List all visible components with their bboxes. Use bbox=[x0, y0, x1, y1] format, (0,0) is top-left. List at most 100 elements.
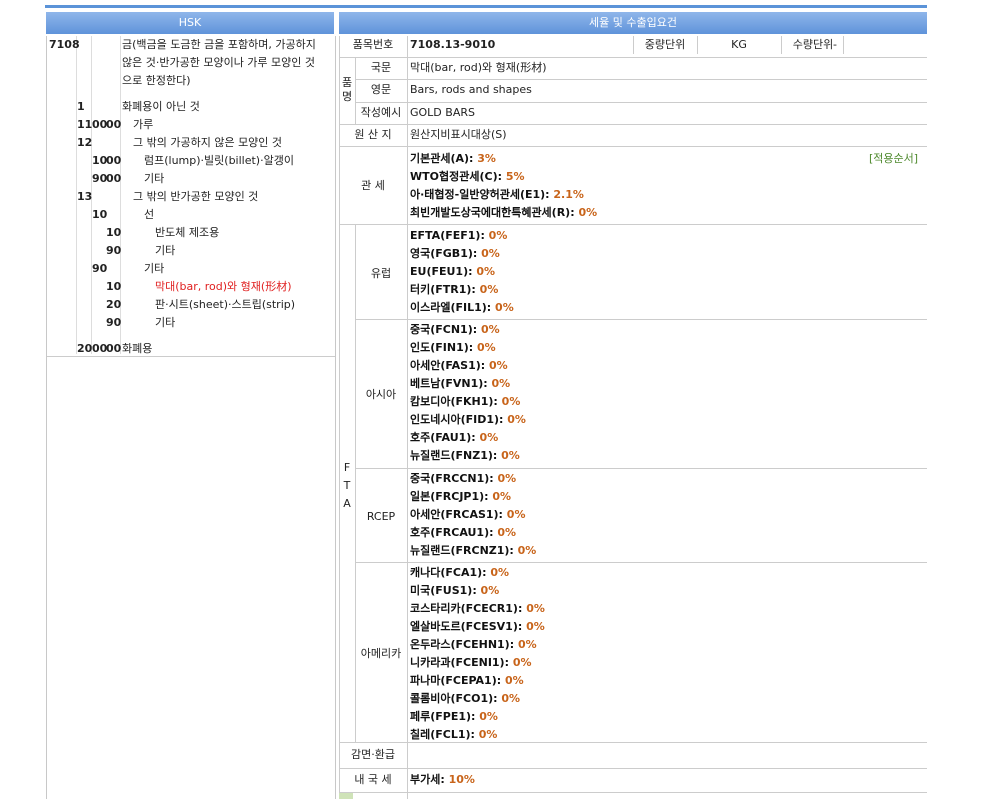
hsk-code-part: 12 bbox=[77, 136, 93, 149]
tariff-label: 관 세 bbox=[361, 179, 385, 192]
origin-value: 원산지비표시대상(S) bbox=[410, 128, 507, 141]
fta-rate: 뉴질랜드(FNZ1): 0% bbox=[410, 447, 526, 465]
border bbox=[339, 36, 340, 799]
rate-name: 호주(FRCAU1): bbox=[410, 526, 498, 539]
rate-name: 뉴질랜드(FNZ1): bbox=[410, 449, 502, 462]
fta-rate-list: 중국(FCN1): 0% 인도(FIN1): 0% 아세안(FAS1): 0% 베트남… bbox=[410, 321, 526, 465]
rate-name: 터키(FTR1): bbox=[410, 283, 480, 296]
rate-name: 엘살바도르(FCESV1): bbox=[410, 620, 527, 633]
fta-group-name: 아메리카 bbox=[360, 647, 402, 660]
hsk-code-part: 00 bbox=[106, 172, 122, 185]
tax-panel-header: 세율 및 수출입요건 bbox=[339, 12, 927, 34]
rate-value: 0% bbox=[479, 710, 498, 723]
rate-name: 파나마(FCEPA1): bbox=[410, 674, 505, 687]
rate-value: 5% bbox=[505, 170, 525, 183]
hsk-code-part: 10 bbox=[106, 226, 122, 239]
rate-value: 0% bbox=[497, 472, 517, 485]
rate-value: 2.1% bbox=[553, 188, 584, 201]
korean-name-label: 국문 bbox=[370, 61, 392, 74]
rate-value: 0% bbox=[477, 341, 496, 354]
rate-name: 이스라엘(FIL1): bbox=[410, 301, 496, 314]
tariff-rate: 최빈개발도상국에대한특혜관세(R): 0% bbox=[410, 204, 597, 222]
hsk-code-part: 00 bbox=[106, 154, 122, 167]
hsk-description: 선 bbox=[144, 208, 155, 221]
fta-rate: 아세안(FAS1): 0% bbox=[410, 357, 526, 375]
rate-value: 0% bbox=[517, 638, 537, 651]
row-divider bbox=[339, 124, 927, 125]
rate-name: 영국(FGB1): bbox=[410, 247, 482, 260]
fta-rate: 일본(FRCJP1): 0% bbox=[410, 488, 536, 506]
border bbox=[355, 224, 356, 742]
reduction-label: 감면·환급 bbox=[351, 748, 395, 761]
fta-rate: 콜롬비아(FCO1): 0% bbox=[410, 690, 545, 708]
item-number-value: 7108.13-9010 bbox=[410, 38, 496, 51]
rate-name: 중국(FCN1): bbox=[410, 323, 481, 336]
hsk-description: 으로 한정한다) bbox=[122, 74, 191, 87]
tariff-rate: 기본관세(A): 3% bbox=[410, 150, 597, 168]
rate-value: 0% bbox=[507, 413, 526, 426]
rate-value: 0% bbox=[490, 566, 510, 579]
rate-value: 0% bbox=[481, 247, 500, 260]
rate-name: 호주(FAU1): bbox=[410, 431, 480, 444]
hsk-code-part: 90 bbox=[92, 262, 108, 275]
fta-rate: 영국(FGB1): 0% bbox=[410, 245, 514, 263]
row-divider bbox=[355, 562, 927, 563]
fta-rate: 엘살바도르(FCESV1): 0% bbox=[410, 618, 545, 636]
domestic-tax-value: 부가세: 10% bbox=[410, 773, 475, 786]
fta-rate: 이스라엘(FIL1): 0% bbox=[410, 299, 514, 317]
rate-name: 페루(FPE1): bbox=[410, 710, 480, 723]
hsk-code-part: 00 bbox=[106, 118, 122, 131]
rate-value: 0% bbox=[488, 359, 508, 372]
fta-rate: 니카라과(FCENI1): 0% bbox=[410, 654, 545, 672]
rate-name: EFTA(FEF1): bbox=[410, 229, 489, 242]
hsk-code-part: 1 bbox=[77, 100, 85, 113]
hsk-code-part: 90 bbox=[106, 244, 122, 257]
hsk-separator bbox=[47, 356, 335, 357]
rate-name: 캄보디아(FKH1): bbox=[410, 395, 502, 408]
fta-rate: 터키(FTR1): 0% bbox=[410, 281, 514, 299]
hsk-description: 기타 bbox=[155, 244, 176, 257]
rate-value: 0% bbox=[501, 449, 520, 462]
english-name-label: 영문 bbox=[370, 83, 392, 96]
rate-name: 인도(FIN1): bbox=[410, 341, 477, 354]
hsk-code-part: 11 bbox=[77, 118, 93, 131]
hsk-panel-header: HSK bbox=[46, 12, 334, 34]
rate-name: 아세안(FRCAS1): bbox=[410, 508, 507, 521]
rate-value: 0% bbox=[526, 602, 545, 615]
rate-name: 콜롬비아(FCO1): bbox=[410, 692, 502, 705]
rate-value: 0% bbox=[497, 526, 517, 539]
fta-rate: 페루(FPE1): 0% bbox=[410, 708, 545, 726]
border bbox=[407, 36, 408, 799]
fta-group-name: 아시아 bbox=[365, 388, 397, 401]
row-divider bbox=[339, 742, 927, 743]
hsk-description: 기타 bbox=[155, 316, 176, 329]
rate-value: 3% bbox=[477, 152, 496, 165]
rate-value: 0% bbox=[479, 283, 499, 296]
row-divider bbox=[355, 102, 927, 103]
rate-value: 0% bbox=[476, 265, 496, 278]
top-accent-line bbox=[45, 5, 927, 8]
rate-name: 니카라과(FCENI1): bbox=[410, 656, 513, 669]
rate-value: 0% bbox=[492, 490, 512, 503]
apply-order-link[interactable]: [적용순서] bbox=[869, 150, 918, 168]
hsk-description: 기타 bbox=[144, 172, 165, 185]
rate-value: 0% bbox=[480, 584, 500, 597]
rate-name: 아세안(FAS1): bbox=[410, 359, 489, 372]
product-name-group-label: 품명 bbox=[341, 76, 353, 103]
row-divider bbox=[339, 224, 927, 225]
hsk-description: 가루 bbox=[133, 118, 154, 131]
border bbox=[843, 36, 844, 54]
hsk-description: 화폐용이 아닌 것 bbox=[122, 100, 200, 113]
rate-name: 인도네시아(FID1): bbox=[410, 413, 508, 426]
rate-value: 0% bbox=[501, 395, 521, 408]
rate-name: 뉴질랜드(FRCNZ1): bbox=[410, 544, 518, 557]
fta-rate: 뉴질랜드(FRCNZ1): 0% bbox=[410, 542, 536, 560]
fta-rate-list: EFTA(FEF1): 0% 영국(FGB1): 0% EU(FEU1): 0% 터키… bbox=[410, 227, 514, 317]
rate-value: 0% bbox=[480, 323, 500, 336]
tariff-rate: WTO협정관세(C): 5% bbox=[410, 168, 597, 186]
rate-name: 최빈개발도상국에대한특혜관세(R): bbox=[410, 206, 579, 219]
example-value: GOLD BARS bbox=[410, 106, 475, 119]
rate-name: 코스타리카(FCECR1): bbox=[410, 602, 527, 615]
qty-unit-value: - bbox=[833, 38, 837, 51]
rate-value: 0% bbox=[501, 692, 521, 705]
